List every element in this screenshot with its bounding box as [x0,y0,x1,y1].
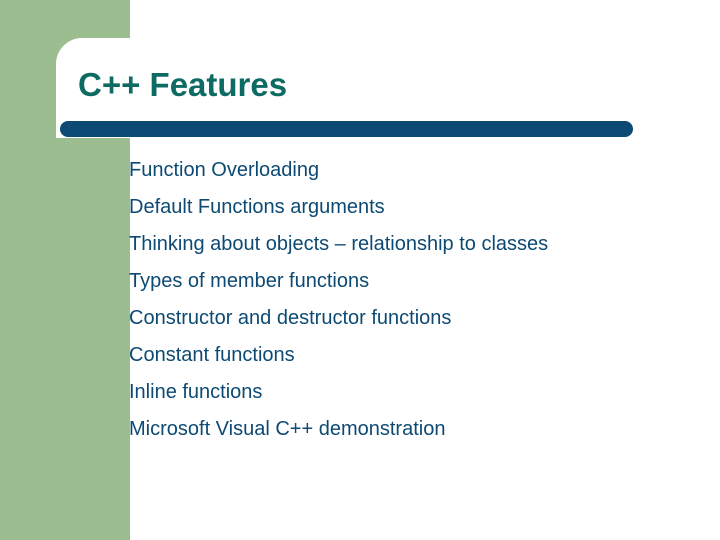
list-item: Function Overloading [103,156,663,185]
list-item: Constant functions [103,341,663,370]
list-item: Inline functions [103,378,663,407]
title-underline-bar [60,121,633,137]
list-item-label: Function Overloading [129,156,319,185]
list-item: Thinking about objects – relationship to… [103,230,663,259]
list-item-label: Microsoft Visual C++ demonstration [129,415,445,444]
bullet-icon [101,199,117,215]
list-item: Default Functions arguments [103,193,663,222]
list-item: Types of member functions [103,267,663,296]
bullet-icon [101,310,117,326]
bullet-list: Function Overloading Default Functions a… [103,156,663,452]
list-item-label: Constant functions [129,341,295,370]
bullet-icon [101,162,117,178]
list-item-label: Constructor and destructor functions [129,304,451,333]
bullet-icon [101,384,117,400]
list-item-label: Types of member functions [129,267,369,296]
list-item-label: Thinking about objects – relationship to… [129,230,548,259]
list-item-label: Default Functions arguments [129,193,385,222]
list-item: Microsoft Visual C++ demonstration [103,415,663,444]
bullet-icon [101,273,117,289]
slide-title: C++ Features [78,66,287,104]
list-item: Constructor and destructor functions [103,304,663,333]
bullet-icon [101,347,117,363]
bullet-icon [101,236,117,252]
list-item-label: Inline functions [129,378,262,407]
bullet-icon [101,421,117,437]
